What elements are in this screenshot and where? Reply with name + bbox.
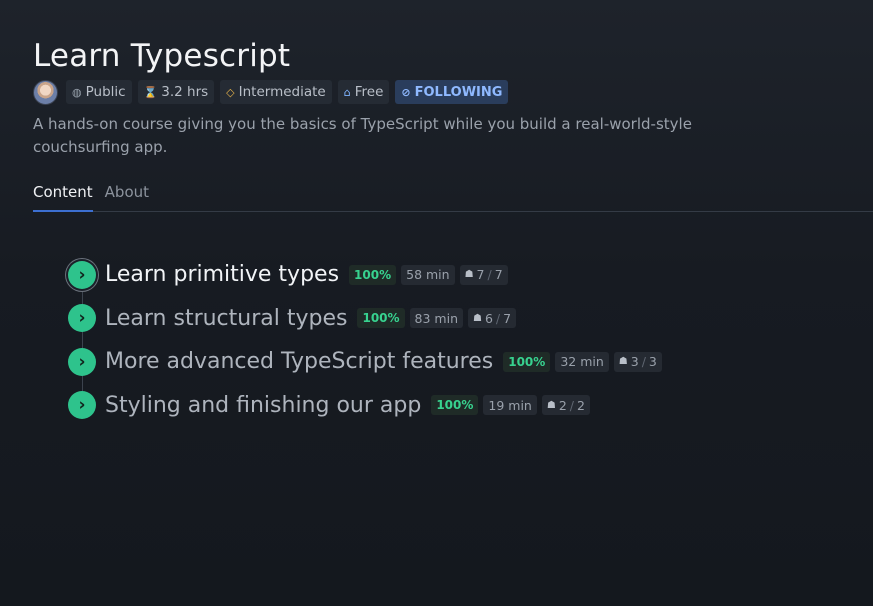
level-chip: ◇ Intermediate xyxy=(220,80,332,104)
lesson-title[interactable]: Styling and finishing our app xyxy=(105,393,421,418)
count-separator: / xyxy=(569,397,574,413)
lesson-item[interactable]: › Styling and finishing our app 100% 19 … xyxy=(68,391,662,420)
lessons-count-tag: ☗ 2 / 2 xyxy=(541,395,590,415)
progress-badge: 100% xyxy=(503,351,551,372)
ghost-icon: ☗ xyxy=(618,356,628,367)
globe-icon: ◍ xyxy=(72,85,82,99)
price-chip: ⌂ Free xyxy=(337,80,390,104)
duration-tag: 83 min xyxy=(409,308,463,328)
lesson-item[interactable]: › Learn structural types 100% 83 min ☗ 6… xyxy=(68,304,662,333)
hourglass-icon: ⌛ xyxy=(143,85,158,99)
course-title: Learn Typescript xyxy=(33,38,291,74)
following-label: FOLLOWING xyxy=(414,84,503,100)
bell-off-icon: ⊘ xyxy=(401,85,411,99)
course-description: A hands-on course giving you the basics … xyxy=(33,115,692,156)
duration-tag: 19 min xyxy=(483,395,537,415)
course-meta: ◍ Public ⌛ 3.2 hrs ◇ Intermediate ⌂ Free… xyxy=(33,79,873,105)
lessons-done: 2 xyxy=(558,397,567,413)
lessons-total: 7 xyxy=(503,310,512,326)
lessons-done: 6 xyxy=(484,310,493,326)
lessons-count-tag: ☗ 6 / 7 xyxy=(468,308,517,328)
course-tabs: Content About xyxy=(33,181,873,212)
duration-tag: 58 min xyxy=(401,264,455,285)
level-label: Intermediate xyxy=(238,84,326,100)
diamond-icon: ◇ xyxy=(226,85,235,99)
ghost-icon: ☗ xyxy=(546,399,556,411)
lesson-item[interactable]: › More advanced TypeScript features 100%… xyxy=(68,347,662,376)
lesson-item[interactable]: › Learn primitive types 100% 58 min ☗ 7 … xyxy=(68,260,662,289)
lessons-count-tag: ☗ 3 / 3 xyxy=(613,351,662,372)
lessons-total: 3 xyxy=(648,354,657,369)
chevron-right-icon[interactable]: › xyxy=(68,304,96,332)
lesson-title[interactable]: More advanced TypeScript features xyxy=(105,349,493,374)
tab-about[interactable]: About xyxy=(105,181,149,210)
lessons-total: 2 xyxy=(576,397,585,413)
following-button[interactable]: ⊘ FOLLOWING xyxy=(395,80,509,104)
duration-label: 3.2 hrs xyxy=(161,84,209,100)
duration-chip: ⌛ 3.2 hrs xyxy=(137,80,215,104)
lessons-count-tag: ☗ 7 / 7 xyxy=(459,264,508,285)
price-label: Free xyxy=(354,84,384,100)
chevron-right-icon[interactable]: › xyxy=(68,391,96,419)
progress-badge: 100% xyxy=(431,395,479,415)
gift-icon: ⌂ xyxy=(343,85,351,99)
visibility-label: Public xyxy=(85,84,126,100)
lessons-done: 3 xyxy=(630,354,639,369)
ghost-icon: ☗ xyxy=(473,312,482,324)
chevron-right-icon[interactable]: › xyxy=(68,347,96,376)
chevron-right-icon[interactable]: › xyxy=(68,260,96,289)
lessons-done: 7 xyxy=(476,267,485,282)
count-separator: / xyxy=(487,267,492,282)
lesson-list: › Learn primitive types 100% 58 min ☗ 7 … xyxy=(68,260,662,434)
progress-badge: 100% xyxy=(357,308,405,328)
course-header: Learn Typescript ◍ Public ⌛ 3.2 hrs ◇ In… xyxy=(33,36,873,159)
count-separator: / xyxy=(641,354,646,369)
lesson-title[interactable]: Learn structural types xyxy=(105,306,347,331)
progress-badge: 100% xyxy=(349,264,397,285)
lessons-total: 7 xyxy=(494,267,503,282)
count-separator: / xyxy=(495,310,501,326)
visibility-chip: ◍ Public xyxy=(66,80,132,104)
author-avatar[interactable] xyxy=(33,79,58,105)
tab-content[interactable]: Content xyxy=(33,181,93,212)
ghost-icon: ☗ xyxy=(464,269,474,280)
duration-tag: 32 min xyxy=(555,351,609,372)
lesson-title[interactable]: Learn primitive types xyxy=(105,262,339,287)
